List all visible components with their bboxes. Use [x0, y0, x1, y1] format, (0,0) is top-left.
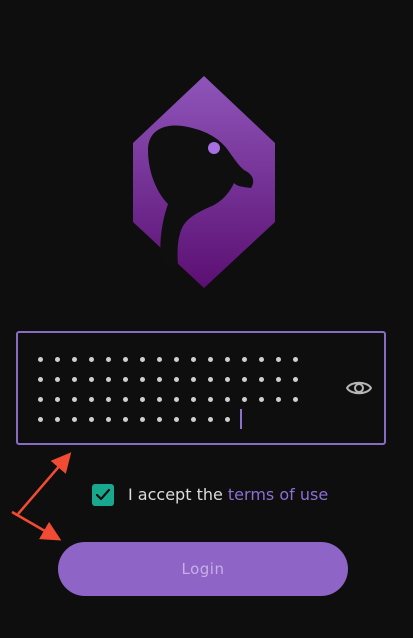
password-dot [72, 397, 77, 402]
password-dot [242, 377, 247, 382]
password-dot [106, 357, 111, 362]
password-dot [191, 377, 196, 382]
password-dot [259, 357, 264, 362]
password-dot [55, 357, 60, 362]
password-dot [123, 357, 128, 362]
password-dot [157, 417, 162, 422]
password-dot [225, 397, 230, 402]
password-dot [38, 417, 43, 422]
text-caret [240, 409, 242, 429]
password-dot [140, 377, 145, 382]
check-icon [95, 488, 111, 501]
password-dot [123, 397, 128, 402]
password-dot [157, 377, 162, 382]
password-dot [55, 417, 60, 422]
terms-checkbox[interactable] [92, 484, 114, 506]
password-dot [72, 417, 77, 422]
password-dot [242, 397, 247, 402]
password-dot [242, 357, 247, 362]
password-dot [89, 397, 94, 402]
password-dot [276, 357, 281, 362]
password-dot [55, 377, 60, 382]
password-dot [106, 417, 111, 422]
password-dot [140, 357, 145, 362]
password-dot [140, 397, 145, 402]
password-dot [293, 357, 298, 362]
password-dot [293, 397, 298, 402]
password-dot [225, 357, 230, 362]
password-dot-row [38, 373, 348, 393]
password-dot [174, 357, 179, 362]
password-dot [276, 377, 281, 382]
password-dot [123, 377, 128, 382]
password-dot [157, 397, 162, 402]
password-dot [89, 357, 94, 362]
password-dot [191, 417, 196, 422]
password-dot [89, 417, 94, 422]
password-dot [208, 397, 213, 402]
password-dot [72, 377, 77, 382]
password-dot [174, 417, 179, 422]
password-dot [89, 377, 94, 382]
goose-logo-icon [133, 76, 275, 288]
password-dot [123, 417, 128, 422]
password-dot [106, 377, 111, 382]
password-dot-row [38, 409, 348, 433]
password-dot [259, 377, 264, 382]
masked-password-text [38, 353, 348, 433]
password-dot-row [38, 353, 348, 373]
password-dot [208, 417, 213, 422]
password-dot [208, 357, 213, 362]
password-dot [225, 377, 230, 382]
password-dot [38, 397, 43, 402]
terms-prefix: I accept the [128, 485, 228, 504]
password-dot [174, 397, 179, 402]
password-dot [157, 357, 162, 362]
password-dot [140, 417, 145, 422]
password-dot [174, 377, 179, 382]
login-button[interactable]: Login [58, 542, 348, 596]
password-dot [191, 357, 196, 362]
password-dot [55, 397, 60, 402]
annotation-arrows [11, 452, 72, 541]
eye-icon[interactable] [346, 379, 372, 397]
password-dot [106, 397, 111, 402]
password-dot-row [38, 393, 348, 413]
password-dot [276, 397, 281, 402]
password-dot [293, 377, 298, 382]
password-dot [72, 357, 77, 362]
terms-text: I accept the terms of use [128, 484, 328, 506]
password-dot [38, 377, 43, 382]
terms-of-use-link[interactable]: terms of use [228, 485, 328, 504]
password-dot [208, 377, 213, 382]
password-field[interactable] [16, 331, 386, 445]
password-dot [259, 397, 264, 402]
password-dot [191, 397, 196, 402]
password-dot [38, 357, 43, 362]
password-dot [225, 417, 230, 422]
